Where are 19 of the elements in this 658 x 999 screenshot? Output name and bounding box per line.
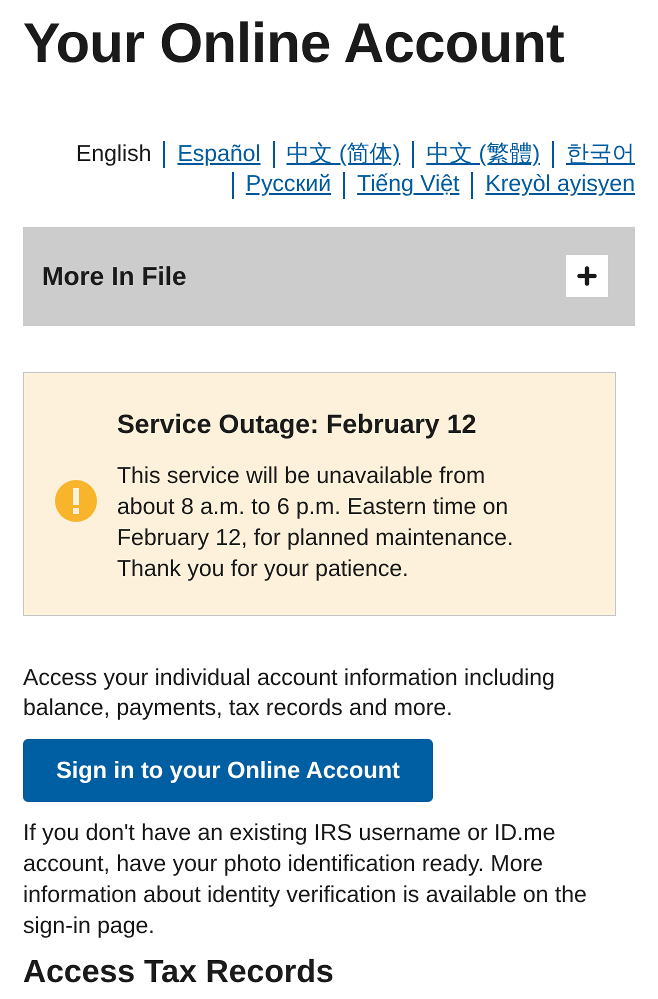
language-link[interactable]: Kreyòl ayisyen [485,170,635,196]
current-language: English [76,140,152,166]
language-link[interactable]: Русский [246,170,332,196]
info-text: If you don't have an existing IRS username or ID.me account, have your photo identification ready. More information about identity verification is available on the sign-in page. [23,818,588,940]
accordion-title: More In File [42,260,186,293]
warning-icon [55,480,97,522]
page-title: Your Online Account [23,10,564,76]
language-link[interactable]: Español [177,140,261,166]
language-link[interactable]: 한국어 [566,140,635,166]
intro-text: Access your individual account information including balance, payments, tax records and more. [23,662,556,722]
section-heading: Access Tax Records [23,952,334,989]
sign-in-button[interactable]: Sign in to your Online Account [23,738,433,802]
alert-title: Service Outage: February 12 [117,408,476,440]
alert-message: This service will be unavailable from about 8 a.m. to 6 p.m. Eastern time on February 12, for planned maintenance. Thank you for your patience. [117,460,514,583]
expand-button[interactable] [566,255,608,298]
language-link[interactable]: 中文 (繁體) [426,140,540,166]
language-link[interactable]: Tiếng Việt [357,170,460,196]
accordion-header[interactable]: More In File [23,226,635,326]
language-link[interactable]: 中文 (简体) [286,140,400,166]
